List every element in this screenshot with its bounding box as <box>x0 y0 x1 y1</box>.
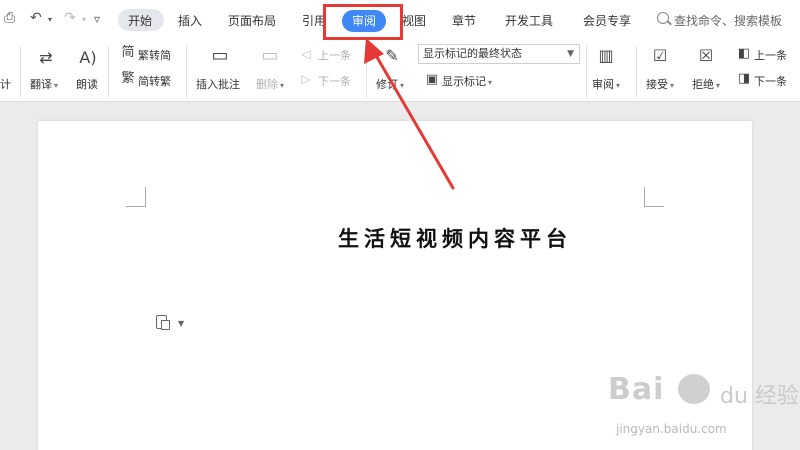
tab-insert[interactable]: 插入 <box>178 12 202 29</box>
baidu-watermark: Bai du 经验 jingyan.baidu.com <box>608 372 799 444</box>
prev-comment-button[interactable]: 上一条 <box>318 47 351 63</box>
print-preview-icon[interactable]: ⎙ <box>4 10 15 26</box>
tab-page-layout[interactable]: 页面布局 <box>228 12 276 29</box>
markup-display-select[interactable]: 显示标记的最终状态 ▼ <box>418 44 580 64</box>
next-comment-icon[interactable]: ▷ <box>296 69 316 89</box>
ribbon-separator <box>186 46 187 98</box>
next-comment-button[interactable]: 下一条 <box>318 73 351 89</box>
tab-developer[interactable]: 开发工具 <box>505 12 553 29</box>
trad-to-simp-button[interactable]: 繁转简 <box>138 47 171 63</box>
insert-comment-button[interactable]: 插入批注 <box>196 76 240 92</box>
command-search[interactable]: 查找命令、搜索模板 <box>674 12 782 29</box>
ribbon-separator <box>636 46 637 98</box>
prev-comment-icon[interactable]: ◁ <box>296 44 316 64</box>
margin-corner-mark <box>126 187 146 207</box>
prev-change-icon[interactable]: ◧ <box>734 44 754 64</box>
show-markup-icon[interactable]: ▣ <box>422 70 442 90</box>
paw-icon <box>678 374 710 404</box>
review-pane-button[interactable]: 审阅 ▾ <box>592 76 620 92</box>
track-changes-button[interactable]: 修订 ▾ <box>376 76 404 92</box>
next-change-button[interactable]: 下一条 <box>754 73 787 89</box>
tab-start[interactable]: 开始 <box>128 12 152 29</box>
ribbon-separator <box>366 46 367 98</box>
prev-change-button[interactable]: 上一条 <box>754 47 787 63</box>
translate-icon[interactable]: ⇄ <box>36 48 56 68</box>
review-pane-icon[interactable]: ▥ <box>596 46 616 66</box>
chevron-down-icon: ▼ <box>567 49 574 59</box>
reject-icon[interactable]: ☒ <box>696 46 716 66</box>
ribbon-separator <box>20 46 21 98</box>
watermark-logo: Bai <box>608 372 665 407</box>
watermark-sub: du 经验 <box>720 384 799 409</box>
translate-button[interactable]: 翻译 ▾ <box>30 76 58 92</box>
undo-dropdown-icon[interactable]: ▾ <box>48 15 52 24</box>
reject-button[interactable]: 拒绝 ▾ <box>692 76 720 92</box>
redo-dropdown-icon[interactable]: ▾ <box>82 15 86 24</box>
undo-icon[interactable]: ↶ <box>30 10 42 26</box>
show-markup-button[interactable]: 显示标记 ▾ <box>442 73 492 89</box>
next-change-icon[interactable]: ◨ <box>734 69 754 89</box>
menu-bar: ⎙ ↶ ▾ ↷ ▾ ▿ 开始 插入 页面布局 引用 审阅 视图 章节 开发工具 … <box>0 0 800 40</box>
tab-section[interactable]: 章节 <box>452 12 476 29</box>
read-aloud-button[interactable]: 朗读 <box>76 76 98 92</box>
search-icon <box>657 12 669 24</box>
accept-button[interactable]: 接受 ▾ <box>646 76 674 92</box>
tab-member[interactable]: 会员专享 <box>583 12 631 29</box>
trad-to-simp-icon[interactable]: 简 <box>118 43 138 63</box>
ribbon-separator <box>586 46 587 98</box>
tab-view[interactable]: 视图 <box>402 12 426 29</box>
margin-corner-mark <box>644 187 664 207</box>
simp-to-trad-button[interactable]: 简转繁 <box>138 73 171 89</box>
redo-icon[interactable]: ↷ <box>64 10 76 26</box>
customize-qa-icon[interactable]: ▿ <box>94 12 100 26</box>
accept-icon[interactable]: ☑ <box>650 46 670 66</box>
track-changes-icon[interactable]: ✎ <box>382 46 402 66</box>
insert-comment-icon[interactable]: ▭ <box>210 46 230 66</box>
document-title[interactable]: 生活短视频内容平台 <box>338 223 572 253</box>
watermark-url: jingyan.baidu.com <box>616 422 727 436</box>
paste-options-icon[interactable] <box>156 313 172 331</box>
read-aloud-icon[interactable]: A) <box>78 48 98 68</box>
delete-comment-icon[interactable]: ▭ <box>260 46 280 66</box>
ribbon-separator <box>108 46 109 98</box>
annotation-highlight-box <box>323 4 403 40</box>
delete-comment-button[interactable]: 删除 ▾ <box>256 76 284 92</box>
word-count-label[interactable]: 计 <box>0 76 11 92</box>
chevron-down-icon[interactable]: ▼ <box>178 319 184 328</box>
review-ribbon: 计 ⇄ 翻译 ▾ A) 朗读 简 繁转简 繁 简转繁 ▭ 插入批注 ▭ 删除 ▾ ◁… <box>0 40 800 102</box>
simp-to-trad-icon[interactable]: 繁 <box>118 69 138 89</box>
